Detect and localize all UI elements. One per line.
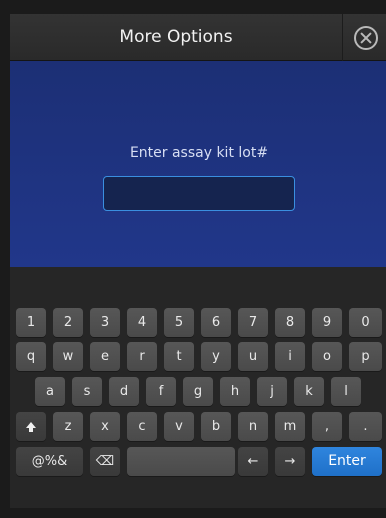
key-3[interactable]: 3 — [90, 308, 120, 337]
close-button[interactable] — [342, 14, 386, 61]
enter-button[interactable]: Enter — [312, 447, 382, 476]
key-0[interactable]: 0 — [349, 308, 382, 337]
key-f[interactable]: f — [146, 377, 176, 406]
key-e[interactable]: e — [90, 342, 120, 371]
left-arrow-key[interactable]: ← — [238, 447, 268, 476]
more-options-dialog: More Options Enter assay kit lot# 1 2 3 … — [10, 14, 386, 508]
left-arrow-icon: ← — [247, 454, 259, 469]
key-p[interactable]: p — [349, 342, 382, 371]
key-6[interactable]: 6 — [201, 308, 231, 337]
key-y[interactable]: y — [201, 342, 231, 371]
key-comma[interactable]: , — [312, 412, 342, 441]
shift-icon — [26, 422, 36, 432]
lot-prompt-label: Enter assay kit lot# — [129, 145, 269, 161]
dialog-title: More Options — [119, 27, 233, 47]
close-icon — [353, 25, 378, 50]
backspace-icon: ⌫ — [95, 454, 115, 469]
key-2[interactable]: 2 — [53, 308, 83, 337]
shift-key[interactable] — [16, 412, 46, 441]
key-w[interactable]: w — [53, 342, 83, 371]
key-o[interactable]: o — [312, 342, 342, 371]
key-5[interactable]: 5 — [164, 308, 194, 337]
input-panel: Enter assay kit lot# — [10, 61, 386, 267]
space-key[interactable] — [127, 447, 235, 476]
key-b[interactable]: b — [201, 412, 231, 441]
key-j[interactable]: j — [257, 377, 287, 406]
key-q[interactable]: q — [16, 342, 46, 371]
key-x[interactable]: x — [90, 412, 120, 441]
key-s[interactable]: s — [72, 377, 102, 406]
key-1[interactable]: 1 — [16, 308, 46, 337]
key-4[interactable]: 4 — [127, 308, 157, 337]
key-h[interactable]: h — [220, 377, 250, 406]
symbols-key[interactable]: @%& — [16, 447, 83, 476]
right-arrow-key[interactable]: → — [275, 447, 305, 476]
key-t[interactable]: t — [164, 342, 194, 371]
key-z[interactable]: z — [53, 412, 83, 441]
key-n[interactable]: n — [238, 412, 268, 441]
key-r[interactable]: r — [127, 342, 157, 371]
key-k[interactable]: k — [294, 377, 324, 406]
key-u[interactable]: u — [238, 342, 268, 371]
key-7[interactable]: 7 — [238, 308, 268, 337]
key-m[interactable]: m — [275, 412, 305, 441]
key-a[interactable]: a — [35, 377, 65, 406]
key-c[interactable]: c — [127, 412, 157, 441]
on-screen-keyboard: 1 2 3 4 5 6 7 8 9 0 q w e r t y u i o p … — [10, 267, 386, 508]
key-9[interactable]: 9 — [312, 308, 342, 337]
lot-number-input[interactable] — [103, 176, 295, 211]
key-d[interactable]: d — [109, 377, 139, 406]
dialog-header: More Options — [10, 14, 386, 61]
key-v[interactable]: v — [164, 412, 194, 441]
key-l[interactable]: l — [331, 377, 361, 406]
key-period[interactable]: . — [349, 412, 382, 441]
right-arrow-icon: → — [284, 454, 296, 469]
key-g[interactable]: g — [183, 377, 213, 406]
backspace-key[interactable]: ⌫ — [90, 447, 120, 476]
key-8[interactable]: 8 — [275, 308, 305, 337]
key-i[interactable]: i — [275, 342, 305, 371]
